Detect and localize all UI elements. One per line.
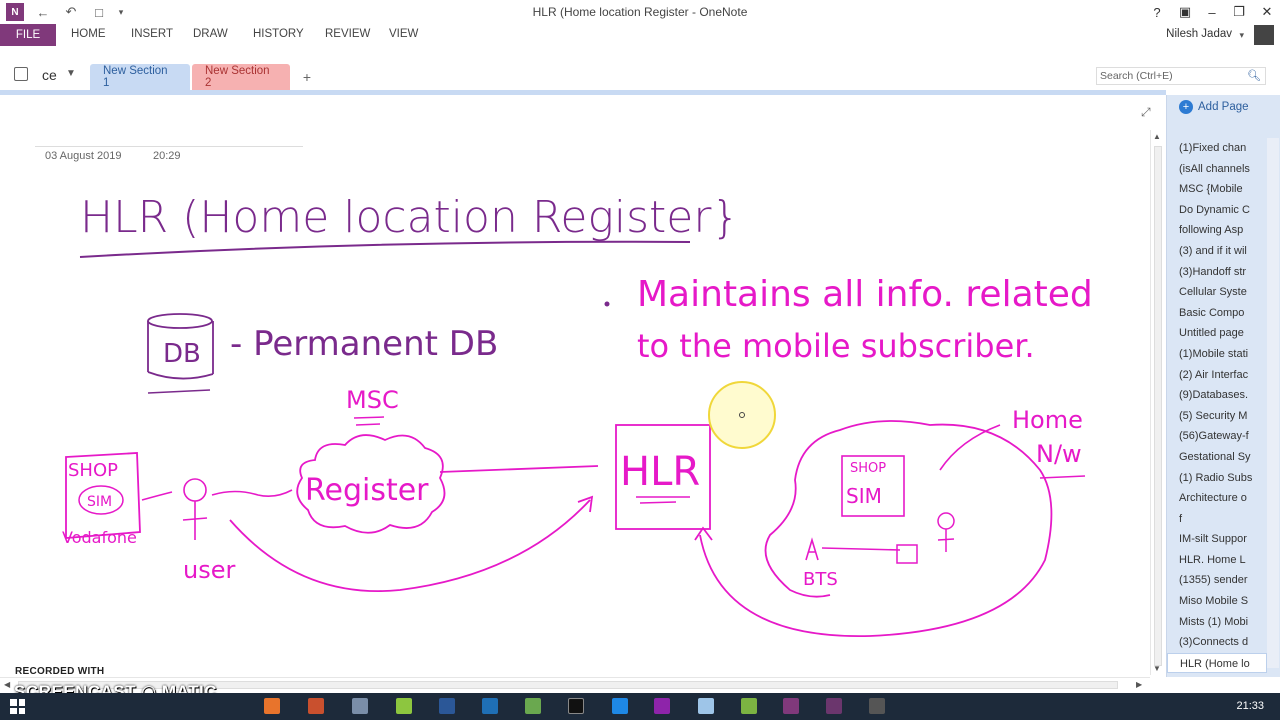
scroll-up-icon[interactable]: ▲ bbox=[1153, 132, 1161, 141]
notebook-name[interactable]: ce bbox=[42, 67, 57, 83]
app-icon-purple[interactable] bbox=[654, 698, 670, 714]
app-icon-swirl[interactable] bbox=[308, 698, 324, 714]
add-page-button[interactable]: + Add Page bbox=[1179, 98, 1249, 116]
app-icon-gray[interactable] bbox=[869, 698, 885, 714]
avatar[interactable] bbox=[1254, 25, 1274, 45]
tab-home[interactable]: HOME bbox=[71, 28, 106, 40]
notebook-dropdown-icon[interactable]: ▼ bbox=[66, 68, 76, 79]
search-icon: 🔍︎ bbox=[1247, 70, 1261, 82]
app-icon-green[interactable] bbox=[525, 698, 541, 714]
section-tab-1[interactable]: New Section 1 bbox=[90, 64, 190, 90]
page-date: 03 August 2019 bbox=[45, 150, 122, 162]
user-name[interactable]: Nilesh Jadav bbox=[1166, 28, 1232, 40]
page-list-item[interactable]: (3)Connects d bbox=[1167, 632, 1267, 653]
tab-history[interactable]: HISTORY bbox=[253, 28, 304, 40]
search-input[interactable]: Search (Ctrl+E) 🔍︎ bbox=[1096, 67, 1266, 85]
app-icon-blue[interactable] bbox=[482, 698, 498, 714]
page-list-item[interactable]: Untitled page bbox=[1167, 323, 1267, 344]
title-underline bbox=[35, 146, 303, 147]
search-placeholder: Search (Ctrl+E) bbox=[1100, 70, 1173, 82]
add-page-label: Add Page bbox=[1198, 101, 1249, 113]
tab-insert[interactable]: INSERT bbox=[131, 28, 173, 40]
tab-file[interactable]: FILE bbox=[0, 24, 56, 46]
page-list-item[interactable]: f bbox=[1167, 509, 1267, 530]
page-list-item[interactable]: Mists (1) Mobi bbox=[1167, 612, 1267, 633]
notepad-icon[interactable] bbox=[396, 698, 412, 714]
page-canvas[interactable] bbox=[0, 95, 1152, 677]
clock[interactable]: 21:33 bbox=[1236, 700, 1264, 712]
ribbon-display-icon[interactable]: ▣ bbox=[1174, 2, 1196, 22]
page-list-item[interactable]: Cellular Syste bbox=[1167, 282, 1267, 303]
taskbar: 21:33 bbox=[0, 693, 1280, 720]
page-list-item[interactable]: (56)Gateway-f bbox=[1167, 426, 1267, 447]
minimize-button[interactable]: – bbox=[1201, 2, 1223, 22]
page-list-item[interactable]: (9)Databases. bbox=[1167, 385, 1267, 406]
word-icon[interactable] bbox=[439, 698, 455, 714]
page-list-item[interactable]: (1355) sender bbox=[1167, 570, 1267, 591]
add-section-button[interactable]: + bbox=[296, 67, 318, 87]
scroll-down-icon[interactable]: ▼ bbox=[1153, 664, 1161, 673]
start-button[interactable] bbox=[10, 699, 25, 714]
plus-icon: + bbox=[1179, 100, 1193, 114]
help-button[interactable]: ? bbox=[1146, 2, 1168, 22]
maximize-button[interactable]: ❐ bbox=[1228, 2, 1250, 22]
page-list-item[interactable]: HLR. Home L bbox=[1167, 550, 1267, 571]
app-icon-doc[interactable] bbox=[698, 698, 714, 714]
page-list-item[interactable]: (3)Handoff str bbox=[1167, 262, 1267, 283]
firefox-icon[interactable] bbox=[264, 698, 280, 714]
page-list-item[interactable]: Miso Mobile S bbox=[1167, 591, 1267, 612]
page-list-item[interactable]: MSC {Mobile bbox=[1167, 179, 1267, 200]
section-tab-2[interactable]: New Section 2 bbox=[192, 64, 290, 90]
page-list-item[interactable]: IM-silt Suppor bbox=[1167, 529, 1267, 550]
close-button[interactable]: ✕ bbox=[1256, 2, 1278, 22]
tab-draw[interactable]: DRAW bbox=[193, 28, 228, 40]
page-list-item[interactable]: (5) Security M bbox=[1167, 406, 1267, 427]
scroll-left-icon[interactable]: ◀ bbox=[4, 680, 10, 689]
section-bar: ce ▼ New Section 1 New Section 2 + Searc… bbox=[0, 64, 1280, 90]
page-list-item[interactable]: (2) Air Interfac bbox=[1167, 365, 1267, 386]
tab-review[interactable]: REVIEW bbox=[325, 28, 370, 40]
page-list-item[interactable]: Gestational Sy bbox=[1167, 447, 1267, 468]
pages-panel: + Add Page (1)Fixed chan (isAll channels M… bbox=[1166, 95, 1280, 677]
page-list-item[interactable]: Basic Compo bbox=[1167, 303, 1267, 324]
scroll-right-icon[interactable]: ▶ bbox=[1136, 680, 1142, 689]
app-icon-pen[interactable] bbox=[612, 698, 628, 714]
watermark-recorded: RECORDED WITH bbox=[15, 666, 105, 677]
tab-view[interactable]: VIEW bbox=[389, 28, 418, 40]
page-list-item[interactable]: (1)Fixed chan bbox=[1167, 138, 1267, 159]
page-list-item[interactable]: (1) Radio Subs bbox=[1167, 468, 1267, 489]
onenote-taskbar-icon[interactable] bbox=[783, 698, 799, 714]
pages-panel-scrollbar[interactable] bbox=[1267, 138, 1279, 668]
page-list-item[interactable]: Architecture o bbox=[1167, 488, 1267, 509]
app-icon-tray[interactable] bbox=[741, 698, 757, 714]
onenote-taskbar-icon-2[interactable] bbox=[826, 698, 842, 714]
window-title: HLR (Home location Register - OneNote bbox=[532, 5, 748, 19]
paint-icon[interactable] bbox=[352, 698, 368, 714]
page-list-item[interactable]: Do Dynamic C bbox=[1167, 200, 1267, 221]
page-list-item[interactable]: following Asp bbox=[1167, 220, 1267, 241]
ribbon-tabs: FILE HOME INSERT DRAW HISTORY REVIEW VIE… bbox=[0, 24, 1280, 46]
page-list-item[interactable]: (isAll channels bbox=[1167, 159, 1267, 180]
page-list-item[interactable]: HLR (Home lo bbox=[1167, 652, 1267, 674]
cmd-icon[interactable] bbox=[568, 698, 584, 714]
scroll-thumb[interactable] bbox=[1154, 146, 1162, 666]
expand-icon[interactable]: ⤢ bbox=[1141, 105, 1151, 120]
page-time: 20:29 bbox=[153, 150, 181, 162]
user-dropdown-icon[interactable]: ▾ bbox=[1239, 30, 1244, 41]
notebook-icon[interactable] bbox=[14, 67, 28, 81]
title-bar: N ← ↶ □ ▾ HLR (Home location Register - … bbox=[0, 0, 1280, 24]
page-list: (1)Fixed chan (isAll channels MSC {Mobile D… bbox=[1167, 138, 1267, 674]
page-list-item[interactable]: (1)Mobile stati bbox=[1167, 344, 1267, 365]
page-list-item[interactable]: (3) and if it wil bbox=[1167, 241, 1267, 262]
page-vertical-scrollbar[interactable]: ▲ ▼ bbox=[1150, 130, 1164, 675]
